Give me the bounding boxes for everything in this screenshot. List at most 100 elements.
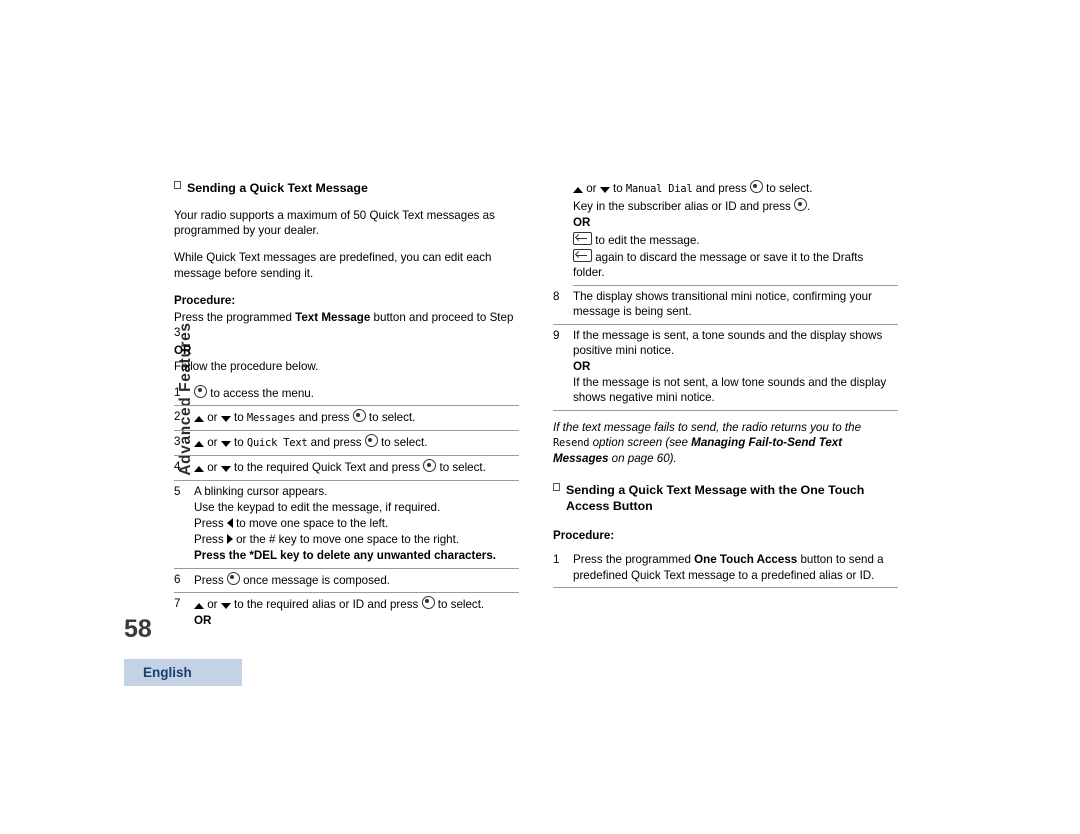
step-content: Press the programmed One Touch Access bu… [573,552,898,583]
or-label-4: OR [573,360,591,374]
right-column: or to Manual Dial and press to select. K… [553,180,898,588]
step-7-pre: or [204,597,221,611]
step-9-text-2: If the message is not sent, a low tone s… [573,376,887,405]
cont-post: and press [692,182,750,195]
step-7-continuation: or to Manual Dial and press to select. K… [573,180,898,287]
step-2-mono: Messages [246,412,296,425]
arrow-up-icon [194,466,204,473]
left-column: Sending a Quick Text Message Your radio … [174,180,519,632]
section-heading-text: Sending a Quick Text Message [187,181,368,195]
step-number: 3 [174,435,181,449]
note-mono: Resend [553,436,590,449]
step-5-line-5: Press the *DEL key to delete any unwante… [194,549,496,563]
or-label-1: OR [174,344,192,358]
procedure-intro-a: Press the programmed [174,311,296,325]
step-5-line-1: A blinking cursor appears. [194,484,328,498]
step-item: 9 If the message is sent, a tone sounds … [553,325,898,411]
step-item: 4 or to the required Quick Text and pres… [174,456,519,481]
section2-heading-text: Sending a Quick Text Message with the On… [566,483,865,514]
step-number: 7 [174,596,181,610]
step-item: 8 The display shows transitional mini no… [553,286,898,325]
step-5-line4-b: or the # key to move one space to the ri… [232,533,460,547]
step-content: or to Messages and press to select. [194,409,519,427]
step-1-text: to access the menu. [207,386,314,400]
step-item: 6 Press once message is composed. [174,569,519,593]
cont-end: to select. [762,182,813,195]
note-line-2: option screen (see [589,435,692,449]
step-content: If the message is sent, a tone sounds an… [573,328,898,407]
step-6-post: once message is composed. [239,573,391,587]
cont-line-2: Key in the subscriber alias or ID and pr… [573,198,898,214]
section-heading-one-touch: Sending a Quick Text Message with the On… [553,482,898,514]
cont-line-3: to edit the message. [573,231,898,248]
document-page: Advanced Features 58 English Sending a Q… [0,0,1080,834]
step-5-line3-a: Press [194,517,227,531]
step-content: Press once message is composed. [194,571,519,589]
cont-line-4: again to discard the message or save it … [573,248,898,280]
step-item: 7 or to the required alias or ID and pre… [174,593,519,632]
step-number: 9 [553,328,560,342]
arrow-up-icon [194,602,204,609]
step-4-end: to select. [436,461,486,475]
note-line-1: If the text message fails to send, the r… [553,420,862,434]
step-number: 8 [553,290,560,304]
language-tab: English [124,659,242,686]
cont-mono: Manual Dial [625,183,693,195]
arrow-down-icon [220,602,231,609]
procedure-follow: Follow the procedure below. [174,359,319,373]
step-item: 5 A blinking cursor appears. Use the key… [174,481,519,569]
cont-line4-text: again to discard the message or save it … [573,250,864,280]
step-text-line: or to the required alias or ID and press… [194,595,519,612]
step-number: 1 [174,385,181,399]
step-text-line: or to the required Quick Text and press … [194,459,519,475]
back-delete-key-icon [573,231,592,245]
step-2-mid: to [230,411,247,425]
menu-select-key-icon [226,571,240,585]
step-content: or to the required alias or ID and press… [194,595,519,629]
step-item: 1 to access the menu. [174,382,519,407]
procedure-intro-bold: Text Message [295,311,371,325]
arrow-up-icon [194,416,204,423]
step-item: 1 Press the programmed One Touch Access … [553,549,898,588]
step-3-mono: Quick Text [246,437,308,450]
step-content: or to Quick Text and press to select. [194,434,519,452]
step-text-line: or to Quick Text and press to select. [194,434,519,451]
menu-select-key-icon [794,198,808,212]
menu-select-key-icon [352,409,366,423]
step-5-line4-a: Press [194,533,227,547]
cont-line2-b: . [807,200,811,214]
menu-select-key-icon [364,434,378,448]
arrow-down-icon [220,416,231,423]
arrow-up-icon [573,187,583,193]
step-2-end: to select. [365,411,416,425]
step-7-mid: to the required alias or ID and press [230,597,422,611]
step-content: The display shows transitional mini noti… [573,289,898,320]
steps-list-left: 1 to access the menu. 2 or to Messages a… [174,382,519,632]
step-number: 1 [553,553,560,567]
step-5-line-4: Press or the # key to move one space to … [194,532,519,547]
procedure-label: Procedure: [174,293,236,307]
section-heading-quick-text: Sending a Quick Text Message [174,180,519,196]
step-9-text-1: If the message is sent, a tone sounds an… [573,328,883,357]
one-touch-bold: One Touch Access [694,553,798,567]
intro-paragraph-1: Your radio supports a maximum of 50 Quic… [174,209,495,238]
menu-select-key-icon [423,459,437,473]
step-content: A blinking cursor appears. Use the keypa… [194,484,519,565]
intro-paragraph-2: While Quick Text messages are predefined… [174,251,492,280]
menu-select-key-icon [421,595,435,609]
procedure-intro: Press the programmed Text Message button… [174,310,519,340]
menu-select-key-icon [749,180,763,193]
back-delete-key-icon [573,248,592,262]
step-3-pre: or [204,436,221,450]
step-text-line: Press once message is composed. [194,571,519,588]
cont-pre: or [583,182,600,195]
square-bullet-icon [174,181,181,189]
arrow-down-icon [220,441,231,448]
fail-to-send-note: If the text message fails to send, the r… [553,420,898,467]
step-2-post: and press [295,411,353,425]
arrow-down-icon [599,187,610,193]
step-4-pre: or [204,461,221,475]
square-bullet-icon [553,483,560,492]
step-number: 6 [174,572,181,586]
step-content: to access the menu. [194,384,519,402]
